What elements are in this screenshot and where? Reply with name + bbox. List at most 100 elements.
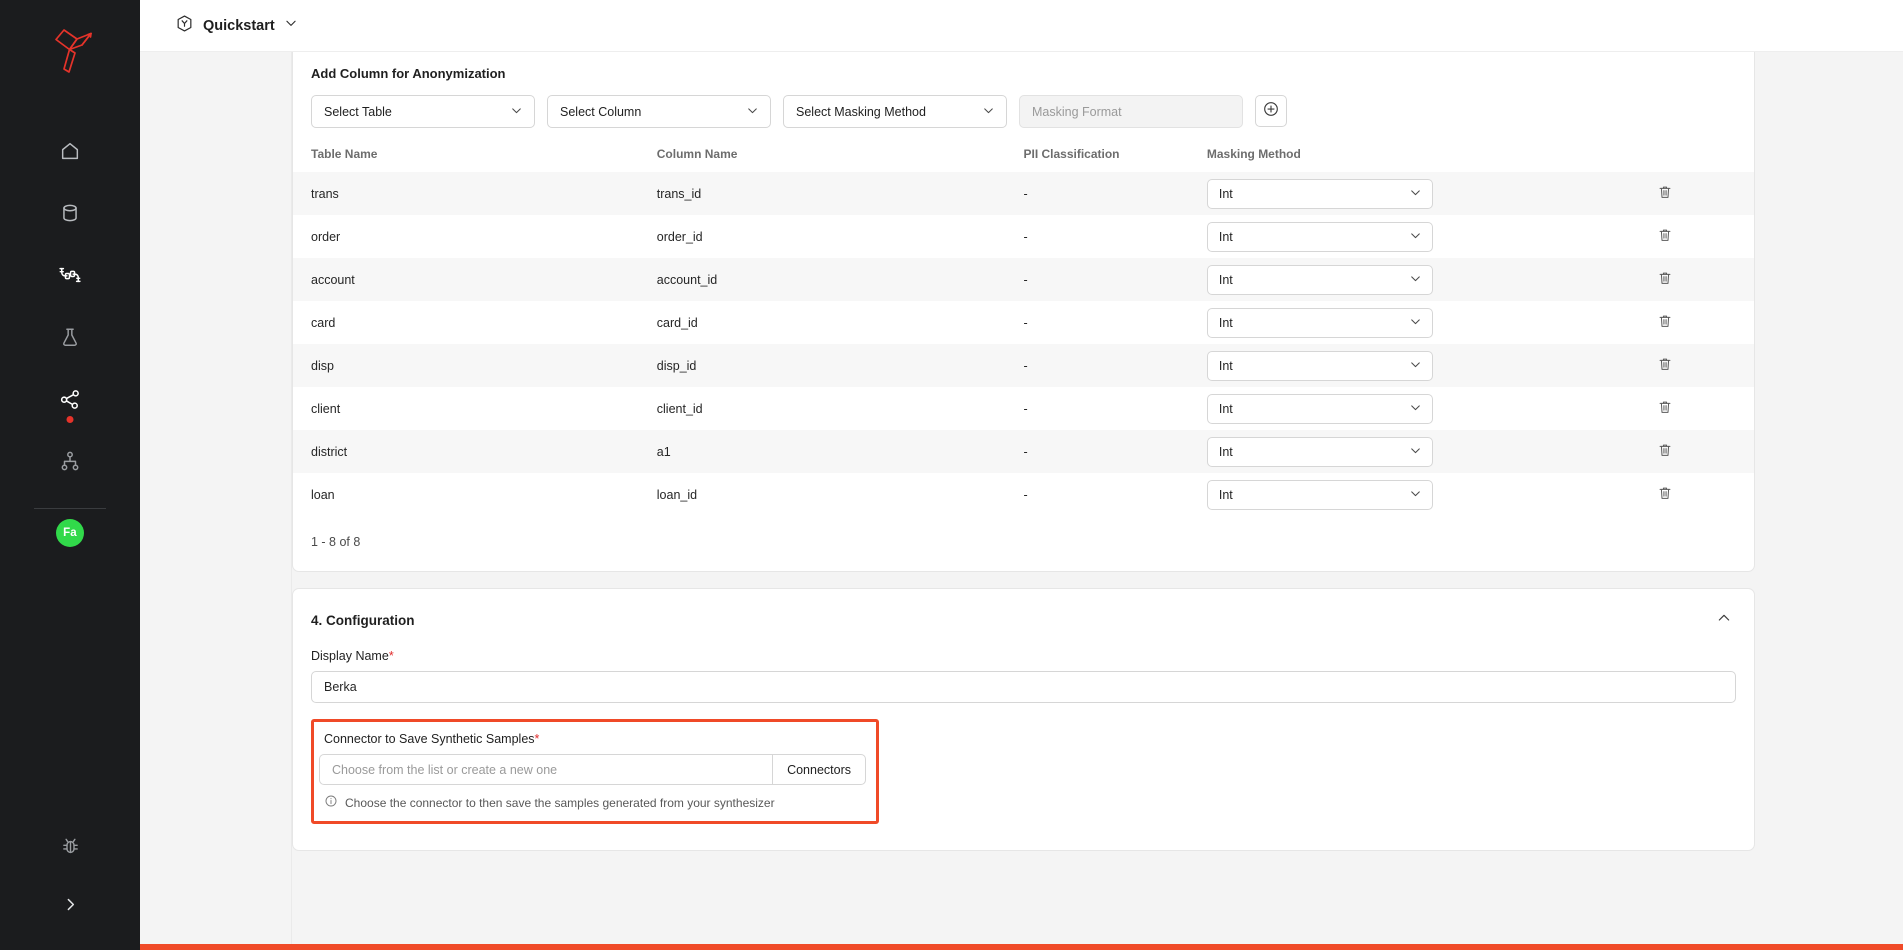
sitemap-icon: [59, 450, 81, 472]
cube-logo-icon[interactable]: [42, 22, 98, 78]
row-masking-method-dropdown[interactable]: Int: [1206, 393, 1433, 424]
col-header-actions: [1577, 141, 1754, 172]
select-table-dropdown[interactable]: Select Table: [311, 95, 535, 128]
trash-icon: [1657, 270, 1673, 289]
row-masking-method-value: Int: [1218, 272, 1233, 287]
cell-actions: [1577, 430, 1754, 473]
app-root: Fa Quickstart Add Column for Anonymizati…: [0, 0, 1903, 950]
display-name-value: Berka: [324, 680, 357, 694]
table-row: account account_id - Int: [293, 258, 1754, 301]
add-column-button[interactable]: [1255, 95, 1287, 127]
info-circle-icon: [324, 794, 338, 811]
cell-table-name: client: [311, 401, 341, 416]
cell-pii-classification: -: [1023, 487, 1028, 502]
sidebar-item-synthesizers[interactable]: [35, 368, 105, 430]
trash-icon: [1657, 313, 1673, 332]
delete-row-button[interactable]: [1657, 442, 1673, 461]
sidebar-nav: Fa: [0, 120, 140, 547]
row-masking-method-dropdown[interactable]: Int: [1206, 436, 1433, 467]
row-masking-method-value: Int: [1218, 401, 1233, 416]
cube-hex-icon: [175, 14, 194, 38]
report-bug-button[interactable]: [40, 820, 100, 878]
chevron-down-icon: [1409, 358, 1422, 374]
display-name-input[interactable]: Berka: [311, 671, 1736, 703]
topbar: Quickstart: [140, 0, 1903, 52]
row-masking-method-dropdown[interactable]: Int: [1206, 264, 1433, 295]
share-nodes-icon: [59, 388, 82, 411]
sidebar-item-home[interactable]: [35, 120, 105, 182]
cell-pii-classification: -: [1023, 186, 1028, 201]
plugs-icon: [58, 264, 82, 286]
cell-masking-method: Int: [1206, 344, 1577, 387]
sidebar-item-data-sources[interactable]: [35, 182, 105, 244]
delete-row-button[interactable]: [1657, 270, 1673, 289]
row-masking-method-dropdown[interactable]: Int: [1206, 221, 1433, 252]
collapse-configuration-button[interactable]: [1712, 606, 1736, 635]
delete-row-button[interactable]: [1657, 184, 1673, 203]
chevron-down-icon: [284, 16, 298, 35]
cell-pii-classification: -: [1023, 401, 1028, 416]
delete-row-button[interactable]: [1657, 485, 1673, 504]
anonymization-table: Table Name Column Name PII Classificatio…: [293, 141, 1754, 516]
col-header-table-name: Table Name: [311, 147, 378, 161]
cell-table-name: account: [311, 272, 355, 287]
connector-hint: Choose the connector to then save the sa…: [319, 785, 866, 811]
bug-icon: [60, 836, 81, 862]
row-masking-method-dropdown[interactable]: Int: [1206, 479, 1433, 510]
configuration-header[interactable]: 4. Configuration: [293, 589, 1754, 649]
cell-masking-method: Int: [1206, 258, 1577, 301]
table-row: card card_id - Int: [293, 301, 1754, 344]
sidebar-bottom-actions: [0, 820, 140, 950]
connectors-button[interactable]: Connectors: [772, 754, 866, 785]
table-row: trans trans_id - Int: [293, 172, 1754, 215]
delete-row-button[interactable]: [1657, 399, 1673, 418]
main-region: Quickstart Add Column for Anonymization: [140, 0, 1903, 950]
row-masking-method-value: Int: [1218, 358, 1233, 373]
sidebar-item-connectors[interactable]: [35, 244, 105, 306]
expand-sidebar-button[interactable]: [40, 878, 100, 936]
col-header-masking-method: Masking Method: [1206, 147, 1301, 161]
cell-actions: [1577, 172, 1754, 215]
connector-input[interactable]: Choose from the list or create a new one: [319, 754, 773, 785]
cell-table-name: district: [311, 444, 348, 459]
table-row: order order_id - Int: [293, 215, 1754, 258]
cell-actions: [1577, 387, 1754, 430]
avatar[interactable]: Fa: [56, 519, 84, 547]
home-icon: [59, 140, 81, 162]
plus-circle-icon: [1262, 100, 1280, 123]
delete-row-button[interactable]: [1657, 227, 1673, 246]
cell-actions: [1577, 258, 1754, 301]
cell-column-name: card_id: [656, 315, 698, 330]
workspace-switcher[interactable]: Quickstart: [175, 14, 298, 38]
row-masking-method-value: Int: [1218, 186, 1233, 201]
delete-row-button[interactable]: [1657, 313, 1673, 332]
masking-format-placeholder: Masking Format: [1032, 104, 1122, 119]
cell-column-name: loan_id: [656, 487, 698, 502]
row-masking-method-dropdown[interactable]: Int: [1206, 178, 1433, 209]
cell-masking-method: Int: [1206, 215, 1577, 258]
select-masking-method-dropdown[interactable]: Select Masking Method: [783, 95, 1007, 128]
delete-row-button[interactable]: [1657, 356, 1673, 375]
row-masking-method-value: Int: [1218, 229, 1233, 244]
database-icon: [59, 202, 81, 224]
chevron-down-icon: [1409, 186, 1422, 202]
chevron-down-icon: [982, 104, 995, 120]
cell-pii-classification: -: [1023, 229, 1028, 244]
chevron-down-icon: [1409, 272, 1422, 288]
content-scroll[interactable]: Add Column for Anonymization Select Tabl…: [292, 52, 1903, 950]
select-column-dropdown[interactable]: Select Column: [547, 95, 771, 128]
cell-table-name: card: [311, 315, 336, 330]
row-masking-method-dropdown[interactable]: Int: [1206, 307, 1433, 338]
cell-table-name: order: [311, 229, 341, 244]
cell-actions: [1577, 215, 1754, 258]
connector-label: Connector to Save Synthetic Samples*: [319, 732, 866, 754]
sidebar-item-pipelines[interactable]: [35, 430, 105, 492]
cell-column-name: disp_id: [656, 358, 697, 373]
masking-format-input[interactable]: Masking Format: [1019, 95, 1243, 128]
chevron-down-icon: [746, 104, 759, 120]
notification-dot: [66, 416, 74, 423]
cell-pii-classification: -: [1023, 444, 1028, 459]
row-masking-method-dropdown[interactable]: Int: [1206, 350, 1433, 381]
sidebar-item-experiments[interactable]: [35, 306, 105, 368]
chevron-down-icon: [510, 104, 523, 120]
